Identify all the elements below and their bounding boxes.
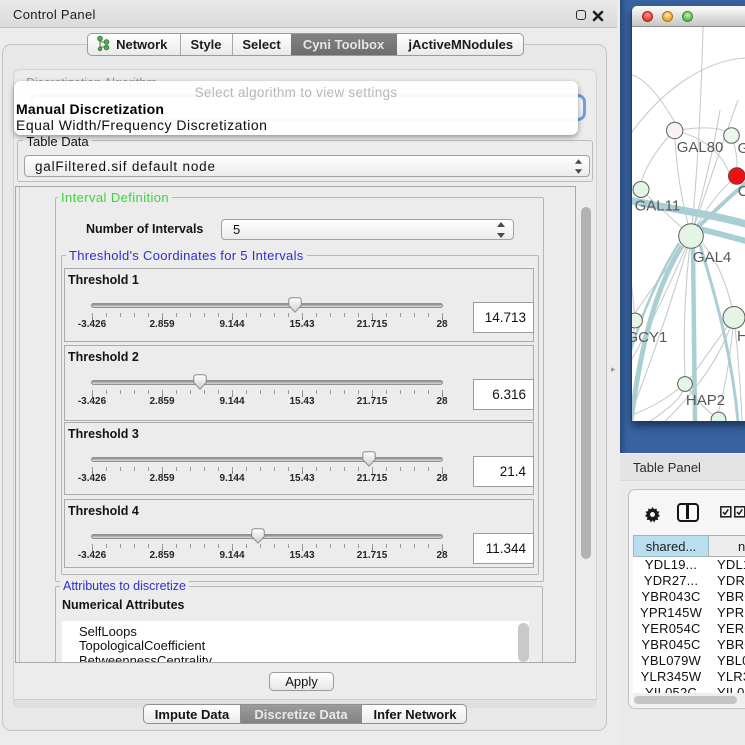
svg-text:GCY1: GCY1 [627,329,668,346]
svg-text:HI: HI [737,328,745,345]
svg-text:CO: CO [738,183,745,200]
svg-text:GAL4: GAL4 [693,249,731,266]
svg-text:GA: GA [738,140,745,157]
svg-text:HAP2: HAP2 [686,392,725,409]
svg-text:GAL11: GAL11 [635,198,681,215]
svg-text:GAL80: GAL80 [677,139,724,156]
